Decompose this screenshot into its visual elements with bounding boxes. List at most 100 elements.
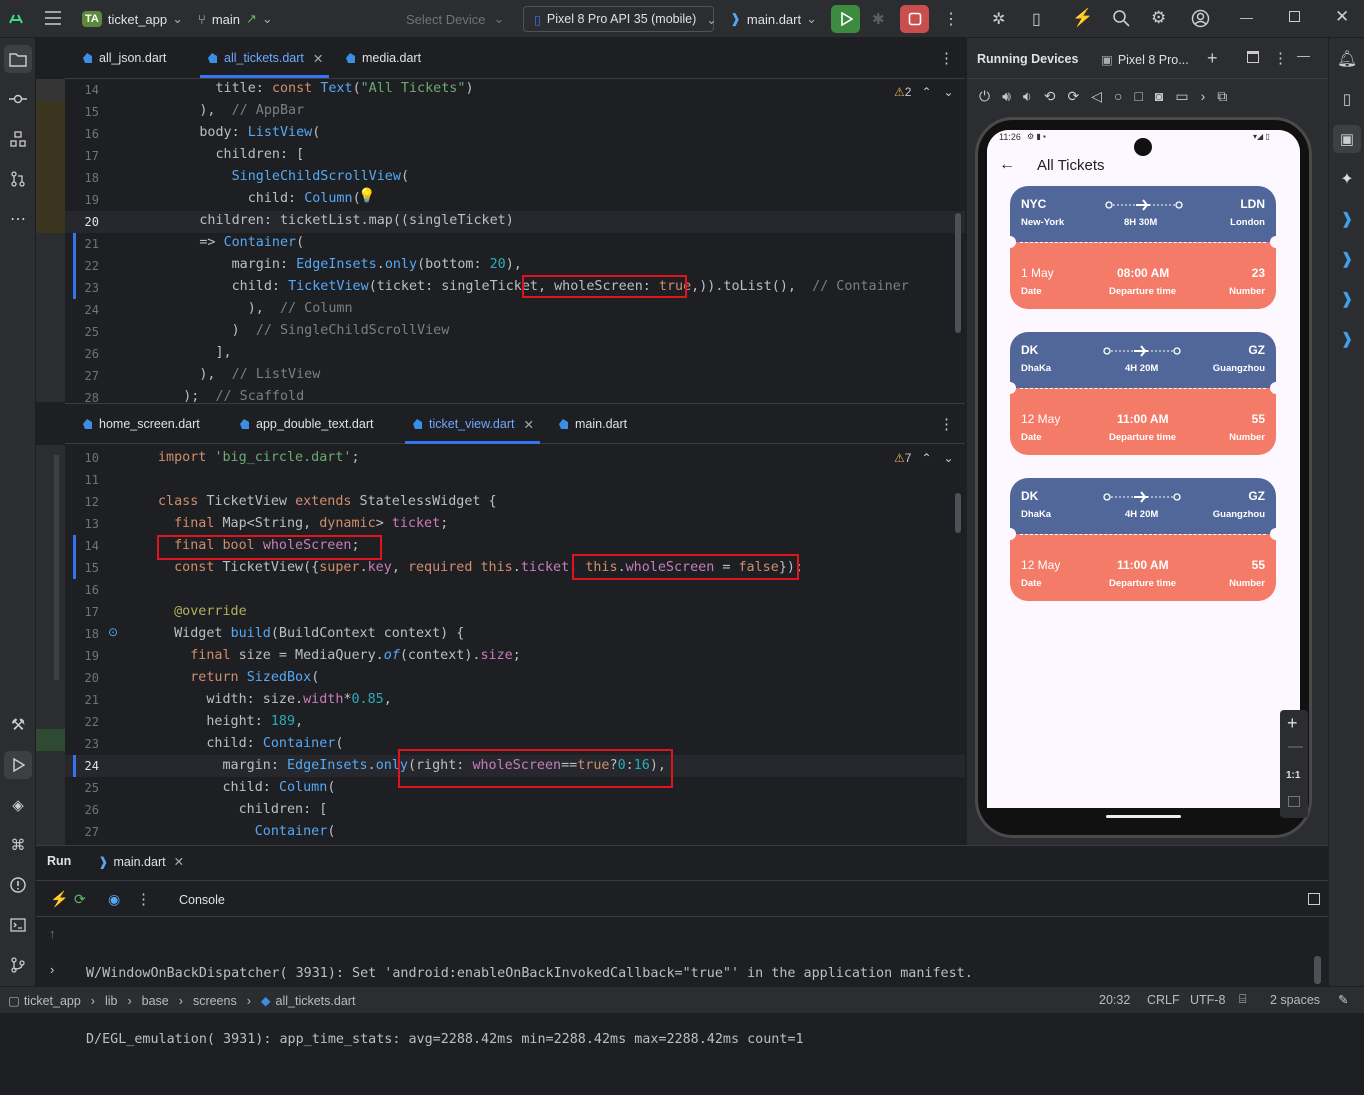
screen-record-icon[interactable]: ▭: [1175, 88, 1188, 105]
volume-up-icon[interactable]: 🔊︎: [1002, 88, 1011, 105]
build-hammer-icon[interactable]: ⚒: [4, 711, 32, 739]
gesture-bar[interactable]: [1106, 815, 1181, 818]
hide-panel-icon[interactable]: —: [1297, 48, 1310, 63]
override-marker-icon[interactable]: ⊙: [108, 625, 118, 639]
scrollbar[interactable]: [955, 493, 961, 533]
tab-options-icon[interactable]: ⋮: [939, 415, 954, 433]
tab-ticket-view[interactable]: ticket_view.dart ✕: [405, 404, 540, 444]
back-arrow-icon[interactable]: ←: [999, 156, 1015, 174]
hot-reload-icon[interactable]: ⚡: [50, 890, 69, 908]
cursor-position[interactable]: 20:32: [1099, 993, 1130, 1007]
device-mirror-icon[interactable]: ⧉: [1217, 88, 1227, 105]
more-vertical-icon[interactable]: ⋮: [1273, 49, 1288, 67]
flutter-outline-icon[interactable]: ❱: [1333, 205, 1361, 233]
tab-main[interactable]: main.dart: [557, 404, 627, 444]
hot-reload-icon[interactable]: ⚡: [1072, 8, 1093, 28]
screenshot-icon[interactable]: ◙: [1155, 88, 1163, 105]
warnings-indicator[interactable]: ⚠2 ⌃ ⌄: [894, 85, 954, 99]
line-separator[interactable]: CRLF: [1147, 993, 1180, 1007]
select-device-dropdown[interactable]: Select Device ⌄: [406, 0, 504, 38]
home-icon[interactable]: ○: [1114, 88, 1122, 105]
top-code-editor[interactable]: 14 15 16 17 18 19 20 21 22 23 24 25 26 2…: [65, 79, 965, 402]
close-window-icon[interactable]: ✕: [1335, 7, 1349, 27]
stop-button[interactable]: [900, 5, 929, 33]
scrollbar[interactable]: [1314, 956, 1321, 984]
run-tool-icon[interactable]: [4, 751, 32, 779]
bug-settings-icon[interactable]: ✲: [992, 9, 1005, 29]
run-button[interactable]: [831, 5, 860, 33]
account-icon[interactable]: [1191, 9, 1210, 28]
breadcrumb-item[interactable]: ticket_app: [24, 994, 81, 1008]
project-folder-icon[interactable]: [4, 45, 32, 73]
rotate-left-icon[interactable]: ⟲: [1044, 88, 1056, 105]
device-tab[interactable]: ▣ Pixel 8 Pro...: [1101, 52, 1189, 67]
window-layout-icon[interactable]: [1247, 51, 1259, 63]
more-vertical-icon[interactable]: ⋮: [943, 9, 959, 29]
flutter-devtools-icon[interactable]: ❱: [1333, 325, 1361, 353]
devtools-icon[interactable]: ◉: [108, 891, 120, 908]
device-dropdown[interactable]: ▯ Pixel 8 Pro API 35 (mobile) ⌄: [523, 6, 717, 32]
rotate-right-icon[interactable]: ⟳: [1067, 88, 1079, 105]
minimize-icon[interactable]: —: [1240, 10, 1253, 25]
zoom-out-icon[interactable]: —: [1288, 738, 1303, 755]
notifications-bell-icon[interactable]: 🔔︎: [1333, 45, 1361, 73]
fit-screen-icon[interactable]: [1288, 796, 1300, 807]
search-icon[interactable]: [1112, 9, 1130, 27]
tab-home-screen[interactable]: home_screen.dart: [81, 404, 200, 444]
add-device-icon[interactable]: +: [1207, 48, 1218, 69]
layout-icon[interactable]: [1308, 893, 1320, 905]
breadcrumb-item[interactable]: screens: [193, 994, 237, 1008]
tab-media[interactable]: media.dart: [344, 38, 421, 78]
warnings-indicator[interactable]: ⚠7 ⌃ ⌄: [894, 451, 954, 465]
flutter-inspector-icon[interactable]: ❱: [1333, 285, 1361, 313]
device-manager-icon[interactable]: ▯: [1032, 9, 1041, 29]
device-explorer-icon[interactable]: ⌘: [4, 831, 32, 859]
zoom-actual-size[interactable]: 1:1: [1286, 770, 1300, 781]
branch-selector[interactable]: ⑂ main ↗ ⌄: [198, 0, 273, 38]
ticket-card[interactable]: NYC New-York 8H 30M LDN London 1 May Dat…: [1010, 186, 1276, 309]
scroll-up-icon[interactable]: ↑: [49, 926, 56, 941]
close-tab-icon[interactable]: ✕: [174, 855, 184, 869]
terminal-icon[interactable]: [4, 911, 32, 939]
scrollbar[interactable]: [955, 213, 961, 333]
device-manager-icon[interactable]: ▯: [1333, 85, 1361, 113]
edit-icon[interactable]: ✎: [1338, 992, 1348, 1007]
bottom-code-editor[interactable]: 10 11 12 13 14 15 16 17 18 19 20 21 22 2…: [65, 445, 965, 845]
problems-icon[interactable]: [4, 871, 32, 899]
tab-options-icon[interactable]: ⋮: [939, 49, 954, 67]
tab-all-json[interactable]: all_json.dart: [81, 38, 166, 78]
running-devices-icon[interactable]: ▣: [1333, 125, 1361, 153]
breadcrumb-item[interactable]: base: [142, 994, 169, 1008]
indent-setting[interactable]: 2 spaces: [1270, 993, 1320, 1007]
ticket-card[interactable]: DK DhaKa 4H 20M GZ Guangzhou 12 May Date…: [1010, 332, 1276, 455]
main-menu-icon[interactable]: [44, 10, 62, 26]
structure-icon[interactable]: [4, 125, 32, 153]
more-horizontal-icon[interactable]: ⋯: [4, 205, 32, 233]
hot-restart-icon[interactable]: ⟳: [74, 891, 86, 908]
tab-app-double-text[interactable]: app_double_text.dart: [238, 404, 373, 444]
gemini-sparkle-icon[interactable]: ✦: [1333, 165, 1361, 193]
more-vertical-icon[interactable]: ⋮: [136, 890, 151, 908]
breadcrumb-item[interactable]: all_tickets.dart: [276, 994, 356, 1008]
overview-icon[interactable]: □: [1134, 88, 1142, 105]
breadcrumb-item[interactable]: lib: [105, 994, 118, 1008]
run-config-tab[interactable]: ❱ main.dart ✕: [98, 854, 184, 869]
lightbulb-icon[interactable]: 💡: [358, 187, 375, 204]
chevron-right-icon[interactable]: ›: [1201, 88, 1206, 105]
project-selector[interactable]: TA ticket_app ⌄: [82, 0, 183, 38]
debug-icon[interactable]: ✱: [872, 10, 885, 28]
close-tab-icon[interactable]: ✕: [523, 417, 533, 432]
back-icon[interactable]: ◁: [1091, 88, 1102, 105]
flutter-inspector-icon[interactable]: ◈: [4, 791, 32, 819]
git-icon[interactable]: [4, 951, 32, 979]
console-tab[interactable]: Console: [179, 893, 225, 907]
expand-icon[interactable]: ›: [50, 962, 54, 977]
power-icon[interactable]: ⏻: [979, 88, 990, 105]
zoom-in-icon[interactable]: +: [1287, 713, 1298, 734]
maximize-icon[interactable]: [1289, 11, 1300, 22]
close-tab-icon[interactable]: ✕: [313, 51, 323, 66]
settings-gear-icon[interactable]: ⚙: [1151, 8, 1166, 28]
tab-all-tickets[interactable]: all_tickets.dart ✕: [199, 38, 330, 78]
run-config-selector[interactable]: ❱ main.dart ⌄: [730, 0, 817, 38]
ticket-card[interactable]: DK DhaKa 4H 20M GZ Guangzhou 12 May Date…: [1010, 478, 1276, 601]
